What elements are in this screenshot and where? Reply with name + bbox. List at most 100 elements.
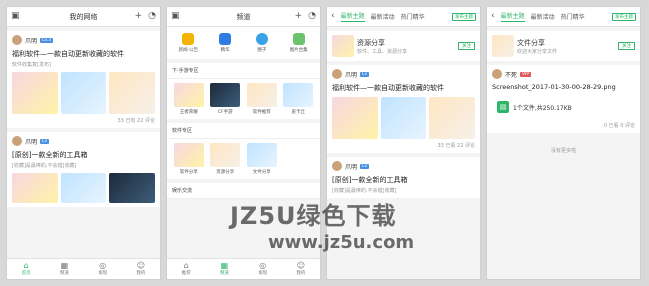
group-desc: 软件、工具、资源分享 [357, 48, 408, 55]
avatar[interactable] [332, 161, 342, 171]
game-item[interactable]: CF手游 [209, 83, 243, 115]
author-name[interactable]: 爪明 [25, 137, 37, 146]
post-title[interactable]: 福利软件—一款自动更新收藏的软件 [332, 83, 475, 93]
post-image[interactable] [60, 72, 107, 114]
level-badge: Lv [360, 71, 370, 77]
group-name: 资源分享 [357, 38, 385, 47]
level-badge: Lv [40, 138, 50, 144]
news-icon [182, 33, 195, 45]
file-icon: ▤ [497, 101, 509, 113]
tab-activity[interactable]: 最新活动 [371, 12, 395, 21]
back-icon[interactable]: ‹ [491, 12, 495, 21]
post-meta: 33 已有 22 评论 [117, 118, 156, 124]
follow-button[interactable]: 关注 [618, 42, 635, 50]
post-title[interactable]: [原创]一款全新的工具箱 [332, 175, 475, 185]
post-image[interactable] [332, 97, 378, 139]
follow-button[interactable]: 关注 [458, 42, 475, 50]
section-heading: 软件专区 [167, 123, 320, 139]
back-icon[interactable]: ‹ [331, 12, 335, 21]
game-item[interactable]: 软件推荐 [245, 83, 279, 115]
post-card[interactable]: 爪明 Lv 福利软件—一款自动更新收藏的软件 33 已看 22 评论 [327, 65, 480, 153]
post-image[interactable] [380, 97, 427, 139]
game-item[interactable]: 皮卡丘 [282, 83, 316, 115]
post-card[interactable]: 爪明 Lv [原创]一款全新的工具箱 [收藏]是最棒的,不会错[收藏] [327, 157, 480, 198]
post-card[interactable]: 不死 VIP Screenshot_2017-01-30-00-28-29.pn… [487, 65, 640, 133]
post-button[interactable]: 发布主题 [452, 12, 476, 21]
tab-discover[interactable]: ◎ 发现 [84, 259, 122, 279]
tab-home[interactable]: ⌂ 首页 [7, 259, 45, 279]
quick-link[interactable]: 圈子 [245, 33, 280, 53]
app-cover [246, 143, 277, 167]
post-image[interactable] [12, 72, 58, 114]
tab-activity[interactable]: 最新活动 [531, 12, 555, 21]
tab-me[interactable]: ☺ 我的 [282, 259, 320, 279]
screen-home: ▣ 我的网络 + ◔ 爪明 Lv.3 福利软件—一款自动更新收藏的软件 软件收集… [6, 6, 161, 280]
app-item[interactable]: 软件分享 [172, 143, 206, 175]
game-item[interactable]: 王者荣耀 [172, 83, 206, 115]
post-button[interactable]: 发布主题 [612, 12, 636, 21]
grid-icon: ▦ [60, 261, 69, 270]
quick-link[interactable]: 新闻·公告 [171, 33, 206, 53]
post-card[interactable]: 爪明 Lv.3 福利软件—一款自动更新收藏的软件 软件收集复[发布] 33 已有… [7, 31, 160, 128]
add-icon[interactable]: + [135, 12, 143, 21]
author-name[interactable]: 爪明 [25, 36, 37, 45]
top-bar: ▣ 频道 + ◔ [167, 7, 320, 27]
tab-latest[interactable]: 最新主题 [340, 11, 365, 22]
bell-icon[interactable]: ◔ [308, 12, 316, 21]
avatar[interactable] [12, 136, 22, 146]
post-title[interactable]: [原创]一款全新的工具箱 [12, 150, 155, 160]
post-image[interactable] [109, 173, 156, 203]
author-name[interactable]: 爪明 [345, 70, 357, 79]
tab-discover[interactable]: ◎ 发现 [244, 259, 282, 279]
level-badge: VIP [520, 71, 532, 77]
group-desc: 欢迎大家分享文件 [517, 48, 558, 55]
bottom-tab-bar: ⌂ 推荐 ▦ 频道 ◎ 发现 ☺ 我的 [167, 258, 320, 279]
quick-link[interactable]: 图片合集 [281, 33, 316, 53]
post-image[interactable] [60, 173, 107, 203]
quick-links: 新闻·公告 精华 圈子 图片合集 [167, 27, 320, 59]
tab-home[interactable]: ⌂ 推荐 [167, 259, 205, 279]
tab-me[interactable]: ☺ 我的 [122, 259, 160, 279]
tab-channel[interactable]: ▦ 频道 [45, 259, 83, 279]
top-bar: ‹ 最新主题 最新活动 热门精华 发布主题 [327, 7, 480, 27]
file-info: 1个文件,共250.17KB [513, 104, 572, 112]
tab-channel[interactable]: ▦ 频道 [205, 259, 243, 279]
app-item[interactable]: 文件分享 [245, 143, 279, 175]
add-icon[interactable]: + [295, 12, 303, 21]
home-icon: ⌂ [183, 261, 189, 270]
game-cover [246, 83, 277, 107]
user-icon: ☺ [296, 261, 306, 270]
file-attachment[interactable]: ▤ 1个文件,共250.17KB [492, 95, 635, 119]
post-card[interactable]: 爪明 Lv [原创]一款全新的工具箱 [收藏]是最棒的,不会错[收藏] [7, 132, 160, 207]
game-cover [210, 83, 241, 107]
tab-hot[interactable]: 热门精华 [401, 12, 425, 21]
author-name[interactable]: 爪明 [345, 162, 357, 171]
post-subtitle: [收藏]是最棒的,不会错[收藏] [332, 188, 397, 194]
user-icon: ☺ [136, 261, 146, 270]
tab-latest[interactable]: 最新主题 [500, 11, 525, 22]
game-cover [173, 83, 204, 107]
bell-icon[interactable]: ◔ [148, 12, 156, 21]
group-header: 文件分享 欢迎大家分享文件 关注 [487, 31, 640, 61]
quick-link[interactable]: 精华 [208, 33, 243, 53]
circle-icon [255, 33, 268, 45]
tab-hot[interactable]: 热门精华 [561, 12, 585, 21]
watermark: JZ5U绿色下载 [230, 202, 397, 230]
post-image[interactable] [12, 173, 58, 203]
post-image[interactable] [109, 72, 156, 114]
file-name[interactable]: Screenshot_2017-01-30-00-28-29.png [492, 83, 635, 91]
author-name[interactable]: 不死 [505, 70, 517, 79]
home-icon: ⌂ [23, 261, 29, 270]
section-heading: 下·手游专区 [167, 63, 320, 79]
post-images [12, 173, 156, 203]
post-image[interactable] [429, 97, 476, 139]
post-subtitle: 软件收集复[发布] [12, 62, 51, 68]
level-badge: Lv [360, 163, 370, 169]
avatar[interactable] [12, 35, 22, 45]
avatar[interactable] [332, 69, 342, 79]
post-title[interactable]: 福利软件—一款自动更新收藏的软件 [12, 49, 155, 59]
avatar[interactable] [492, 69, 502, 79]
app-item[interactable]: 资源分享 [209, 143, 243, 175]
top-bar: ▣ 我的网络 + ◔ [7, 7, 160, 27]
watermark-url: www.jz5u.com [268, 232, 415, 253]
